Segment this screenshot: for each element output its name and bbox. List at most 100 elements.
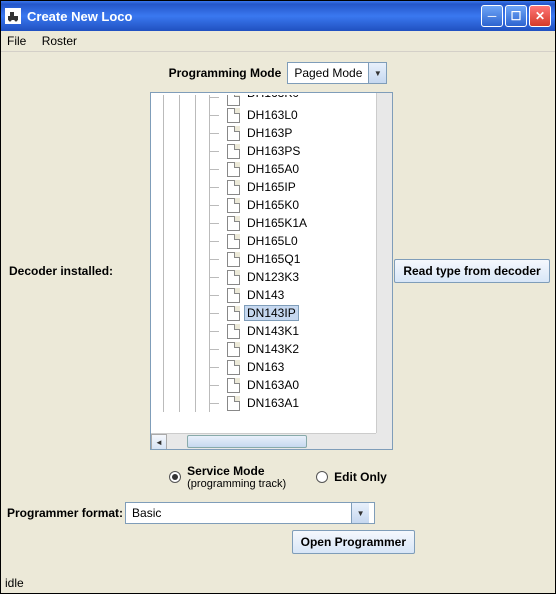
- tree-item-label: DH163PS: [244, 143, 303, 159]
- radio-icon: [169, 471, 181, 483]
- tree-item-label: DH163P: [244, 125, 295, 141]
- tree-item[interactable]: DN123K3: [209, 268, 376, 286]
- programmer-format-label: Programmer format:: [7, 506, 123, 520]
- menu-roster[interactable]: Roster: [42, 34, 77, 48]
- tree-branch-icon: [209, 340, 223, 358]
- file-icon: [227, 95, 240, 106]
- programmer-format-select[interactable]: Basic: [125, 502, 375, 524]
- tree-item-label: DN143K2: [244, 341, 302, 357]
- file-icon: [227, 234, 240, 249]
- file-icon: [227, 252, 240, 267]
- file-icon: [227, 108, 240, 123]
- app-icon: [5, 8, 21, 24]
- tree-item-label: DN163A1: [244, 395, 302, 411]
- tree-item[interactable]: DH165K0: [209, 196, 376, 214]
- service-mode-label-line2: (programming track): [187, 478, 286, 490]
- open-programmer-button[interactable]: Open Programmer: [292, 530, 415, 554]
- tree-branch-icon: [209, 232, 223, 250]
- tree-item[interactable]: DN143: [209, 286, 376, 304]
- file-icon: [227, 216, 240, 231]
- tree-item-label: DH165L0: [244, 233, 301, 249]
- tree-branch-icon: [209, 250, 223, 268]
- tree-item[interactable]: DH165L0: [209, 232, 376, 250]
- tree-item-label: DH165Q1: [244, 251, 303, 267]
- tree-branch-icon: [209, 394, 223, 412]
- scroll-corner: [376, 433, 392, 449]
- tree-item[interactable]: DH165K1A: [209, 214, 376, 232]
- tree-item[interactable]: DH163L0: [209, 106, 376, 124]
- file-icon: [227, 126, 240, 141]
- tree-branch-icon: [209, 178, 223, 196]
- tree-item-label: DN143IP: [244, 305, 299, 321]
- file-icon: [227, 378, 240, 393]
- tree-item-label: DH165A0: [244, 161, 302, 177]
- chevron-down-icon[interactable]: [351, 503, 369, 523]
- tree-item-label: DN163A0: [244, 377, 302, 393]
- tree-branch-icon: [209, 268, 223, 286]
- file-icon: [227, 144, 240, 159]
- file-icon: [227, 180, 240, 195]
- window-title: Create New Loco: [27, 9, 481, 24]
- programming-mode-select[interactable]: Paged Mode: [287, 62, 387, 84]
- tree-item[interactable]: DN143IP: [209, 304, 376, 322]
- tree-branch-icon: [209, 376, 223, 394]
- tree-item-label: DN143: [244, 287, 287, 303]
- tree-item-label: DN123K3: [244, 269, 302, 285]
- tree-item[interactable]: DN163A0: [209, 376, 376, 394]
- tree-item[interactable]: DN143K1: [209, 322, 376, 340]
- tree-item[interactable]: DH165A0: [209, 160, 376, 178]
- radio-icon: [316, 471, 328, 483]
- maximize-button[interactable]: ☐: [505, 5, 527, 27]
- tree-item[interactable]: DH165Q1: [209, 250, 376, 268]
- tree-branch-icon: [209, 160, 223, 178]
- programming-mode-value: Paged Mode: [288, 66, 368, 80]
- chevron-down-icon[interactable]: [368, 63, 386, 83]
- service-mode-label-line1: Service Mode: [187, 464, 264, 478]
- decoder-tree[interactable]: DH163K0DH163L0 DH163P DH163PS DH165A0 DH165I…: [150, 92, 393, 450]
- tree-item[interactable]: DN163A1: [209, 394, 376, 412]
- file-icon: [227, 360, 240, 375]
- tree-branch-icon: [209, 124, 223, 142]
- tree-item-label: DH165K0: [244, 197, 302, 213]
- tree-branch-icon: [209, 106, 223, 124]
- file-icon: [227, 306, 240, 321]
- service-mode-radio[interactable]: Service Mode (programming track): [169, 464, 286, 490]
- tree-branch-icon: [209, 286, 223, 304]
- tree-branch-icon: [209, 95, 223, 106]
- tree-item-label: DN143K1: [244, 323, 302, 339]
- title-bar: Create New Loco ─ ☐ ✕: [1, 1, 555, 31]
- tree-item[interactable]: DH163PS: [209, 142, 376, 160]
- menu-file[interactable]: File: [7, 34, 26, 48]
- file-icon: [227, 396, 240, 411]
- menu-bar: File Roster: [1, 31, 555, 52]
- close-button[interactable]: ✕: [529, 5, 551, 27]
- tree-branch-icon: [209, 214, 223, 232]
- tree-item[interactable]: DH163K0: [209, 95, 376, 106]
- horizontal-scroll-thumb[interactable]: [187, 435, 307, 448]
- tree-item[interactable]: DN163: [209, 358, 376, 376]
- scroll-left-button[interactable]: ◄: [151, 434, 167, 450]
- tree-item-label: DH165IP: [244, 179, 299, 195]
- tree-item[interactable]: DH163P: [209, 124, 376, 142]
- read-type-button[interactable]: Read type from decoder: [394, 259, 549, 283]
- file-icon: [227, 162, 240, 177]
- tree-item-label: DH163K0: [244, 95, 302, 106]
- edit-only-radio[interactable]: Edit Only: [316, 470, 387, 484]
- file-icon: [227, 288, 240, 303]
- file-icon: [227, 198, 240, 213]
- file-icon: [227, 324, 240, 339]
- vertical-scrollbar[interactable]: [376, 93, 392, 433]
- tree-item[interactable]: DH165IP: [209, 178, 376, 196]
- decoder-installed-label: Decoder installed:: [5, 264, 150, 278]
- tree-branch-icon: [209, 196, 223, 214]
- tree-branch-icon: [209, 358, 223, 376]
- tree-item[interactable]: DN143K2: [209, 340, 376, 358]
- minimize-button[interactable]: ─: [481, 5, 503, 27]
- programming-mode-label: Programming Mode: [169, 66, 282, 80]
- tree-item-label: DH163L0: [244, 107, 301, 123]
- edit-only-label: Edit Only: [334, 470, 387, 484]
- status-bar: idle: [5, 576, 24, 590]
- horizontal-scrollbar[interactable]: ◄ ►: [151, 433, 392, 449]
- file-icon: [227, 270, 240, 285]
- tree-item-label: DH165K1A: [244, 215, 310, 231]
